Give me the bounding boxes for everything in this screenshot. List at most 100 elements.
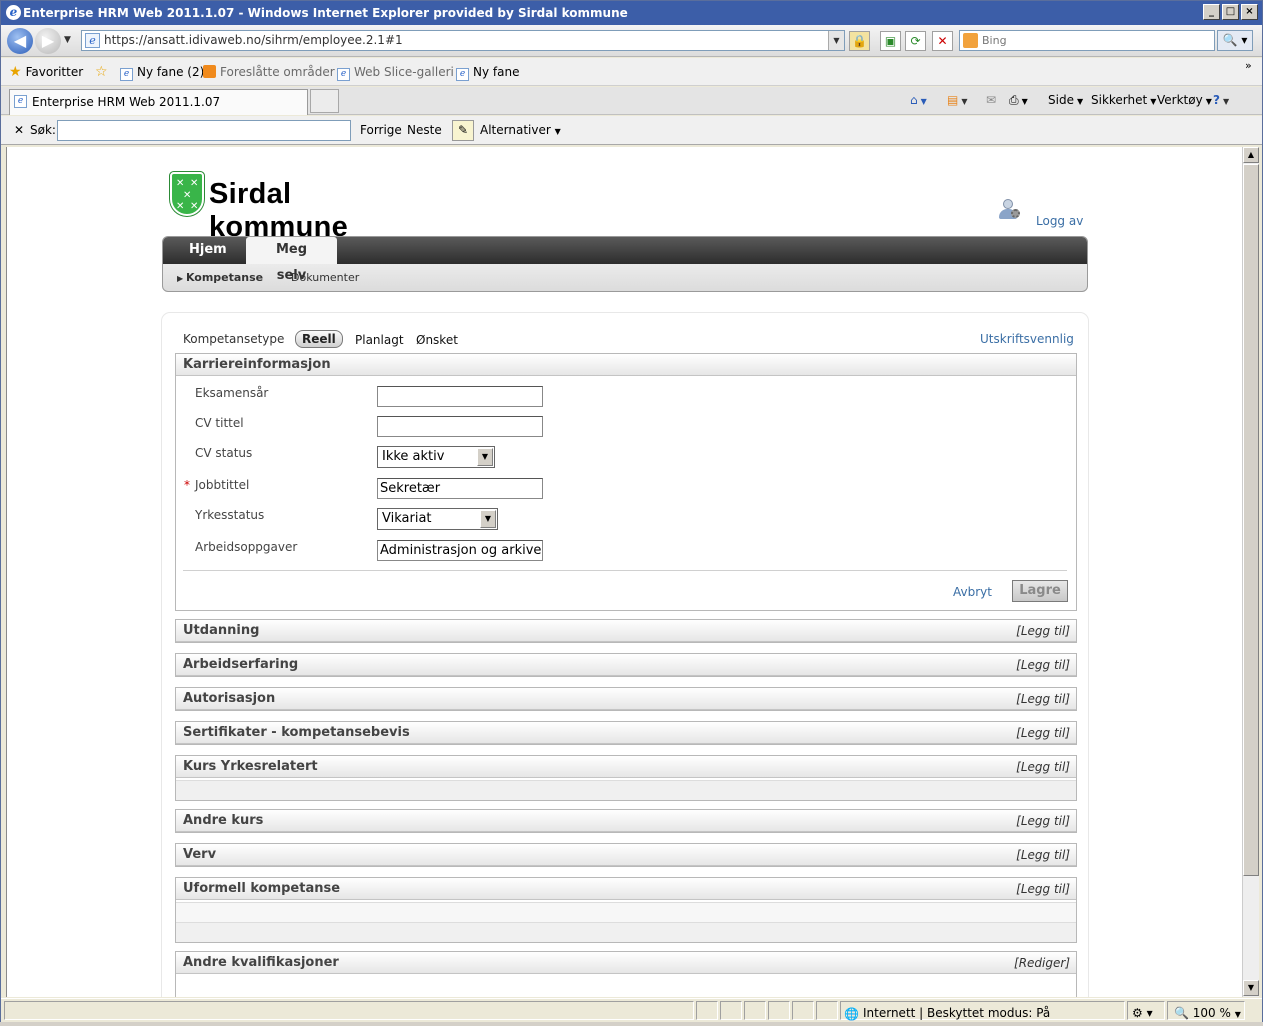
add-star-icon: ☆ [95,64,108,80]
career-section: Karriereinformasjon [175,353,1077,611]
section-title: Kurs Yrkesrelatert [183,759,318,774]
refresh-icon[interactable]: ⟳ [905,31,926,51]
work-status-select[interactable]: Vikariat ▼ [377,508,498,530]
cv-status-select[interactable]: Ikke aktiv ▼ [377,446,495,468]
section-title: Autorisasjon [183,691,276,706]
add-link[interactable]: [Legg til] [1016,814,1070,828]
work-status-value: Vikariat [382,511,432,526]
security-zone[interactable]: 🌐 Internett | Beskyttet modus: På [840,1001,1125,1021]
find-options-button[interactable]: Alternativer ▼ [480,116,561,146]
add-link[interactable]: [Legg til] [1016,726,1070,740]
forward-button[interactable]: ▶ [35,28,61,54]
subnav-dokumenter[interactable]: Dokumenter [291,264,359,291]
tab-row: e Enterprise HRM Web 2011.1.07 ⌂ ▼ ▤ ▼ ✉ ⎙… [1,87,1262,115]
arrow-right-icon: ▶ [177,274,186,283]
home-icon[interactable]: ⌂ ▼ [910,87,927,115]
duties-input[interactable]: Administrasjon og arkivering [377,540,543,561]
career-section-header: Karriereinformasjon [176,354,1076,376]
search-input[interactable]: Bing [959,30,1215,51]
add-favorite-icon[interactable]: ☆ [95,58,112,86]
section-andre-kvalifikasjoner: Andre kvalifikasjoner [Rediger] [175,951,1077,997]
title-bar: e Enterprise HRM Web 2011.1.07 - Windows… [1,1,1262,25]
fav-item-ny-fane-2[interactable]: e Ny fane (2) [120,58,204,86]
stop-icon[interactable]: ✕ [932,31,953,51]
menu-side[interactable]: Side ▼ [1048,87,1083,115]
municipality-logo[interactable]: ✕ ✕ ✕ ✕ ✕ Sirdal kommune [168,172,434,244]
more-chevron-icon[interactable]: » [1245,52,1252,80]
recent-pages-dropdown[interactable]: ▼ [64,35,71,45]
protected-mode-icon[interactable]: ⚙ ▾ [1127,1001,1165,1020]
close-find-icon[interactable]: ✕ [14,116,24,145]
logo-text: Sirdal kommune [209,178,434,244]
ie-icon: e [6,5,21,20]
url-input[interactable]: e https://ansatt.idivaweb.no/sihrm/emplo… [81,30,845,51]
add-link[interactable]: [Legg til] [1016,692,1070,706]
zoom-label: 100 % [1192,1006,1231,1020]
type-option-planlagt[interactable]: Planlagt [355,333,404,347]
status-segment [744,1001,766,1020]
subnav-kompetanse-label: Kompetanse [185,271,264,284]
feeds-icon[interactable]: ▤ ▼ [947,87,968,115]
chevron-down-icon: ▼ [477,448,493,466]
fav-item-label: Web Slice-galleri [354,65,454,79]
status-segment [816,1001,838,1020]
minimize-button[interactable]: _ [1203,4,1220,20]
fav-item-suggested-sites[interactable]: Foreslåtte områder ▼ [203,58,345,88]
zone-label: Internett | Beskyttet modus: På [863,1006,1051,1020]
type-option-reell[interactable]: Reell [295,330,343,348]
find-bar: ✕ Søk: Forrige Neste ✎ Alternativer ▼ [1,116,1262,145]
fav-item-ny-fane[interactable]: e Ny fane [456,58,519,86]
url-dropdown-icon[interactable]: ▼ [828,31,844,50]
subnav-kompetanse[interactable]: ▶ Kompetanse [177,264,264,291]
window-title: Enterprise HRM Web 2011.1.07 - Windows I… [23,6,628,20]
edit-link[interactable]: [Rediger] [1014,956,1070,970]
add-link[interactable]: [Legg til] [1016,848,1070,862]
zoom-control[interactable]: 🔍 100 % ▼ [1167,1001,1245,1020]
status-text-area [4,1001,694,1020]
save-button[interactable]: Lagre [1012,580,1068,602]
find-next-button[interactable]: Neste [407,116,442,145]
browser-tab-active[interactable]: e Enterprise HRM Web 2011.1.07 [9,89,308,115]
add-link[interactable]: [Legg til] [1016,760,1070,774]
fav-item-label: Ny fane [473,65,520,79]
close-button[interactable]: × [1241,4,1258,20]
print-icon[interactable]: ⎙ ▼ [1009,87,1028,115]
exam-year-input[interactable] [377,386,543,407]
scroll-up-icon[interactable]: ▲ [1243,147,1259,163]
find-previous-button[interactable]: Forrige [360,116,402,145]
menu-verktoy[interactable]: Verktøy ▼ [1157,87,1212,115]
menu-sikkerhet[interactable]: Sikkerhet ▼ [1091,87,1156,115]
logout-link[interactable]: Logg av [1036,214,1083,228]
favorites-button[interactable]: ★ Favoritter [9,58,83,86]
maximize-button[interactable]: □ [1222,4,1239,20]
section-title: Karriereinformasjon [183,357,331,372]
scroll-down-icon[interactable]: ▼ [1243,980,1259,996]
empty-row [176,780,1076,800]
print-friendly-link[interactable]: Utskriftsvennlig [980,332,1074,346]
add-link[interactable]: [Legg til] [1016,624,1070,638]
scroll-thumb[interactable] [1243,164,1259,876]
back-button[interactable]: ◀ [7,28,33,54]
fav-item-web-slice[interactable]: eWeb Slice-galleri ▼ [337,58,464,88]
new-tab-button[interactable] [310,89,339,113]
search-go-button[interactable]: 🔍 ▾ [1217,30,1253,51]
add-link[interactable]: [Legg til] [1016,882,1070,896]
mail-icon[interactable]: ✉ [986,87,996,113]
type-option-onsket[interactable]: Ønsket [416,333,458,347]
browser-window: e Enterprise HRM Web 2011.1.07 - Windows… [0,0,1263,1022]
lock-icon[interactable]: 🔒 [849,31,870,51]
cancel-button[interactable]: Avbryt [953,585,992,599]
cv-title-input[interactable] [377,416,543,437]
section-verv: Verv [Legg til] [175,843,1077,867]
highlight-icon[interactable]: ✎ [452,120,474,141]
add-link[interactable]: [Legg til] [1016,658,1070,672]
vertical-scrollbar[interactable]: ▲ ▼ [1242,147,1259,997]
tab-meg-selv[interactable]: Meg selv [246,237,337,283]
job-title-input[interactable]: Sekretær [377,478,543,499]
tab-hjem[interactable]: Hjem [173,237,243,264]
competence-type-label: Kompetansetype [183,332,285,346]
help-icon[interactable]: ? ▼ [1213,87,1229,115]
find-input[interactable] [57,120,351,141]
compatibility-view-icon[interactable]: ▣ [880,31,901,51]
fav-item-label: Foreslåtte områder [220,65,335,79]
